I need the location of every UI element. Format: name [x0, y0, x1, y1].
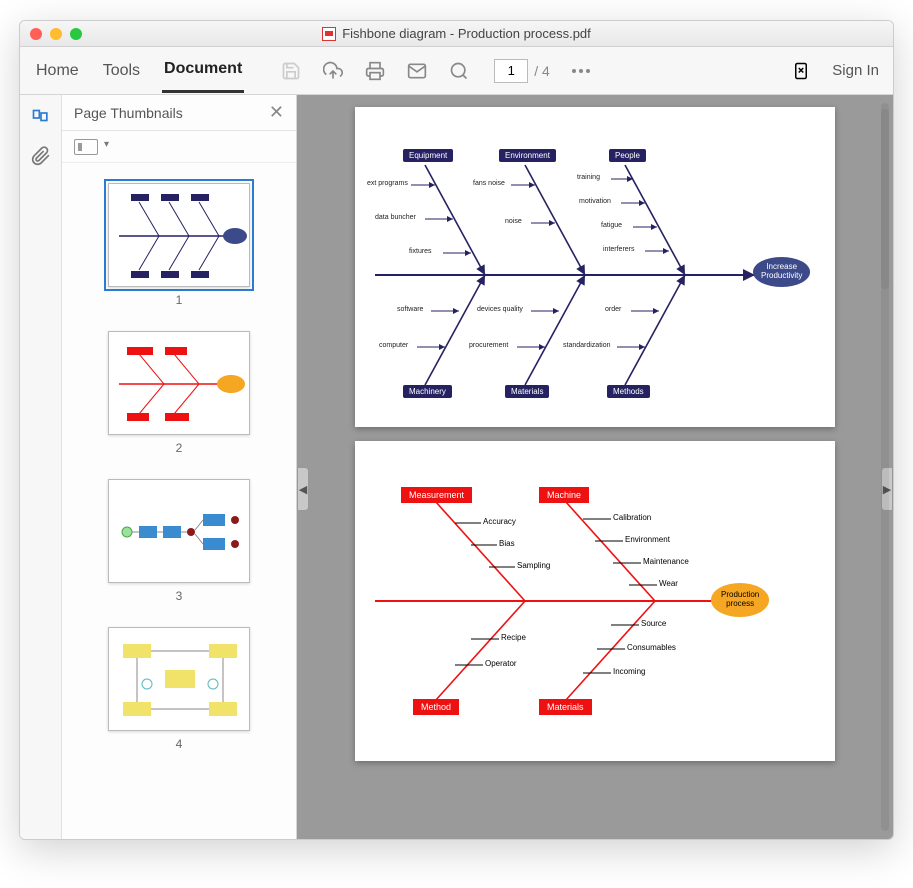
thumb-item-3: 3: [108, 479, 250, 603]
c2-mach-b: Environment: [625, 535, 670, 544]
window-controls: [30, 28, 82, 40]
cause-equipment-b: data buncher: [375, 214, 416, 221]
c2-mat-c: Incoming: [613, 667, 645, 676]
nav-tools[interactable]: Tools: [101, 50, 142, 92]
cat-equipment: Equipment: [403, 149, 453, 162]
panel-header: Page Thumbnails ✕: [62, 95, 296, 131]
cause-environment-a: fans noise: [473, 180, 505, 187]
c2-mat-a: Source: [641, 619, 666, 628]
thumb-2-label: 2: [176, 441, 183, 455]
thumbnail-2[interactable]: [108, 331, 250, 435]
page-navigator: / 4: [494, 59, 550, 83]
cause-equipment-c: fixtures: [409, 248, 432, 255]
panel-close-button[interactable]: ✕: [269, 102, 284, 123]
c2-mat-b: Consumables: [627, 643, 676, 652]
options-dropdown-icon[interactable]: [74, 139, 98, 155]
page-total-label: / 4: [534, 63, 550, 79]
close-button[interactable]: [30, 28, 42, 40]
mail-icon[interactable]: [406, 60, 428, 82]
cause-methods-b: standardization: [563, 342, 610, 349]
thumbnails-icon[interactable]: [30, 107, 52, 129]
cat2-machine: Machine: [539, 487, 589, 503]
c2-meas-a: Accuracy: [483, 517, 516, 526]
page-1[interactable]: Equipment Environment People Machinery M…: [355, 107, 835, 427]
cause-materials-b: procurement: [469, 342, 508, 349]
thumb-1-label: 1: [176, 293, 183, 307]
c2-meth-b: Operator: [485, 659, 517, 668]
window-title: Fishbone diagram - Production process.pd…: [20, 26, 893, 41]
panel-options: [62, 131, 296, 163]
thumbnail-3[interactable]: [108, 479, 250, 583]
pdf-icon: [322, 27, 336, 41]
page-number-input[interactable]: [494, 59, 528, 83]
c2-mach-d: Wear: [659, 579, 678, 588]
side-rail: [20, 95, 62, 839]
thumbnail-4[interactable]: [108, 627, 250, 731]
cause-equipment-a: ext programs: [367, 180, 408, 187]
cause-materials-a: devices quality: [477, 306, 523, 313]
more-icon[interactable]: [570, 60, 592, 82]
cause-machinery-b: computer: [379, 342, 408, 349]
thumb-3-label: 3: [176, 589, 183, 603]
thumb-item-4: 4: [108, 627, 250, 751]
toolbar-icons: / 4: [280, 59, 592, 83]
cat-people: People: [609, 149, 646, 162]
effect-productivity: Increase Productivity: [753, 257, 810, 287]
page-2[interactable]: Measurement Machine Method Materials Acc…: [355, 441, 835, 761]
thumbnails-list: 1 2: [62, 163, 296, 839]
cat-materials: Materials: [505, 385, 549, 398]
cause-people-a: training: [577, 174, 600, 181]
mobile-icon[interactable]: [790, 60, 812, 82]
titlebar: Fishbone diagram - Production process.pd…: [20, 21, 893, 47]
cause-environment-b: noise: [505, 218, 522, 225]
thumb-4-label: 4: [176, 737, 183, 751]
maximize-button[interactable]: [70, 28, 82, 40]
cause-methods-a: order: [605, 306, 621, 313]
toolbar: Home Tools Document / 4 Sign In: [20, 47, 893, 95]
c2-meth-a: Recipe: [501, 633, 526, 642]
attachment-icon[interactable]: [30, 145, 52, 167]
thumbnail-1[interactable]: [108, 183, 250, 287]
thumbnails-panel: Page Thumbnails ✕: [62, 95, 297, 839]
nav-home[interactable]: Home: [34, 50, 81, 92]
viewer-scrollbar-thumb[interactable]: [881, 109, 889, 289]
print-icon[interactable]: [364, 60, 386, 82]
window-title-text: Fishbone diagram - Production process.pd…: [342, 26, 591, 41]
viewer-scroll[interactable]: Equipment Environment People Machinery M…: [297, 95, 893, 839]
c2-mach-c: Maintenance: [643, 557, 689, 566]
cat2-materials: Materials: [539, 699, 592, 715]
cat2-measurement: Measurement: [401, 487, 472, 503]
cat-environment: Environment: [499, 149, 556, 162]
c2-mach-a: Calibration: [613, 513, 651, 522]
cause-people-b: motivation: [579, 198, 611, 205]
c2-meas-b: Bias: [499, 539, 515, 548]
cloud-upload-icon[interactable]: [322, 60, 344, 82]
sign-in-link[interactable]: Sign In: [832, 62, 879, 79]
c2-meas-c: Sampling: [517, 561, 550, 570]
minimize-button[interactable]: [50, 28, 62, 40]
document-viewer: ◀ ▶: [297, 95, 893, 839]
panel-title: Page Thumbnails: [74, 105, 183, 121]
cat-machinery: Machinery: [403, 385, 452, 398]
search-icon[interactable]: [448, 60, 470, 82]
cause-people-c: fatigue: [601, 222, 622, 229]
content-area: Page Thumbnails ✕: [20, 95, 893, 839]
viewer-scrollbar-track[interactable]: [881, 103, 889, 831]
app-window: Fishbone diagram - Production process.pd…: [19, 20, 894, 840]
cause-people-d: interferers: [603, 246, 635, 253]
cause-machinery-a: software: [397, 306, 423, 313]
cat2-method: Method: [413, 699, 459, 715]
save-icon: [280, 60, 302, 82]
nav-document[interactable]: Document: [162, 48, 244, 93]
thumb-item-1: 1: [108, 183, 250, 307]
effect-production: Production process: [711, 583, 769, 617]
thumb-item-2: 2: [108, 331, 250, 455]
cat-methods: Methods: [607, 385, 650, 398]
